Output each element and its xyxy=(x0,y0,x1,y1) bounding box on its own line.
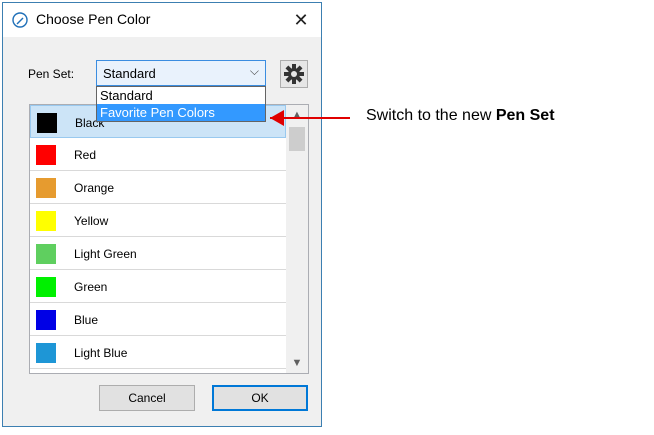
color-swatch xyxy=(36,343,56,363)
pen-set-label: Pen Set: xyxy=(28,67,75,81)
ok-button[interactable]: OK xyxy=(212,385,308,411)
color-label: Light Green xyxy=(74,247,137,261)
color-swatch xyxy=(37,113,57,133)
color-label: Yellow xyxy=(74,214,109,228)
gear-icon xyxy=(284,64,304,84)
color-row[interactable]: Yellow xyxy=(30,204,286,237)
choose-pen-color-dialog: Choose Pen Color ✕ Pen Set: Standard ⌵ B… xyxy=(2,2,322,427)
callout-text-prefix: Switch to the new xyxy=(366,107,496,124)
color-swatch xyxy=(36,244,56,264)
dialog-title: Choose Pen Color xyxy=(36,11,151,27)
color-swatch xyxy=(36,178,56,198)
color-row[interactable]: Red xyxy=(30,138,286,171)
callout-arrow-line xyxy=(270,117,350,119)
color-label: Red xyxy=(74,148,97,162)
pen-color-list[interactable]: Black Red Orange Yellow Light Green Green Blue… xyxy=(29,104,309,374)
color-row-partial[interactable] xyxy=(30,369,286,373)
color-swatch xyxy=(36,211,56,231)
pen-icon xyxy=(12,12,28,28)
color-swatch xyxy=(36,277,56,297)
pen-set-dropdown[interactable]: Standard ⌵ xyxy=(96,60,266,86)
pen-set-value: Standard xyxy=(103,66,156,81)
color-row[interactable]: Green xyxy=(30,270,286,303)
color-swatch xyxy=(36,310,56,330)
pen-set-settings-button[interactable] xyxy=(280,60,308,88)
callout: Switch to the new Pen Set xyxy=(270,103,630,133)
color-label: Blue xyxy=(74,313,99,327)
pen-set-options: Standard Favorite Pen Colors xyxy=(96,86,266,122)
pen-set-option-standard[interactable]: Standard xyxy=(97,87,265,104)
color-row[interactable]: Blue xyxy=(30,303,286,336)
color-label: Green xyxy=(74,280,108,294)
color-label: Orange xyxy=(74,181,115,195)
callout-text: Switch to the new Pen Set xyxy=(366,107,555,125)
pen-set-option-favorite[interactable]: Favorite Pen Colors xyxy=(97,104,265,121)
color-row[interactable]: Light Green xyxy=(30,237,286,270)
color-row[interactable]: Light Blue xyxy=(30,336,286,369)
color-swatch xyxy=(36,145,56,165)
callout-text-bold: Pen Set xyxy=(495,107,555,124)
chevron-down-icon: ⌵ xyxy=(249,64,259,78)
cancel-button[interactable]: Cancel xyxy=(99,385,195,411)
list-scrollbar[interactable]: ▲ ▼ xyxy=(286,105,308,373)
title-bar: Choose Pen Color ✕ xyxy=(3,3,321,37)
scroll-down-icon[interactable]: ▼ xyxy=(286,353,308,373)
color-row[interactable]: Orange xyxy=(30,171,286,204)
color-label: Light Blue xyxy=(74,346,128,360)
close-button[interactable]: ✕ xyxy=(287,7,315,33)
